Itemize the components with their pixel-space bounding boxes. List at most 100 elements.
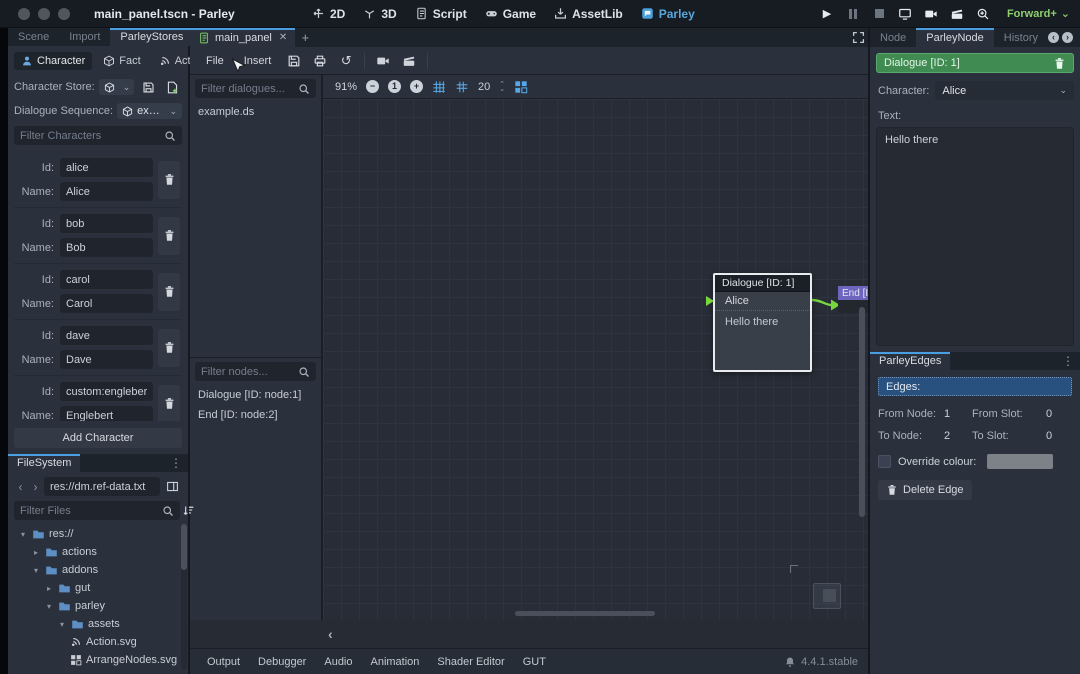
filter-files-input[interactable]: [20, 505, 162, 517]
tab-parley[interactable]: Parley: [641, 7, 695, 21]
pause-button[interactable]: [846, 7, 860, 21]
delete-character-button[interactable]: [158, 217, 180, 255]
from-node-value[interactable]: 1: [944, 408, 972, 420]
tab-node[interactable]: Node: [870, 28, 916, 47]
filesystem-path-field[interactable]: [44, 477, 160, 496]
filesystem-scrollbar[interactable]: [181, 524, 187, 670]
zoom-window-button[interactable]: [58, 8, 70, 20]
character-name-field[interactable]: [60, 294, 153, 313]
bottom-tab-gut[interactable]: GUT: [516, 653, 553, 671]
chevron-collapsed-icon[interactable]: ▸: [31, 548, 41, 557]
close-icon[interactable]: ✕: [279, 32, 287, 43]
dialogue-text-area[interactable]: Hello there: [876, 127, 1074, 346]
tab-assetlib[interactable]: AssetLib: [554, 7, 623, 21]
stop-button[interactable]: [872, 7, 886, 21]
fs-item-parley[interactable]: ▾parley: [14, 597, 182, 615]
chevron-expanded-icon[interactable]: ▾: [31, 566, 41, 575]
fs-item-arrangenodes-svg[interactable]: ArrangeNodes.svg: [14, 651, 182, 669]
dialogue-file-item[interactable]: example.ds: [195, 102, 316, 122]
fs-item-res[interactable]: ▾res://: [14, 525, 182, 543]
zoom-reset-button[interactable]: 1: [388, 80, 401, 93]
filter-characters-search[interactable]: [14, 126, 182, 145]
filter-dialogues-input[interactable]: [201, 83, 298, 95]
to-node-value[interactable]: 2: [944, 430, 972, 442]
snap-toggle-icon[interactable]: [432, 80, 446, 94]
character-id-field[interactable]: [60, 382, 153, 401]
split-view-icon[interactable]: [162, 478, 182, 496]
dock-menu-icon[interactable]: ⋮: [1056, 352, 1080, 370]
sort-files-icon[interactable]: [182, 502, 195, 520]
to-slot-value[interactable]: 0: [1046, 430, 1072, 442]
inspector-back-icon[interactable]: ‹: [1048, 32, 1059, 43]
colour-swatch[interactable]: [987, 454, 1053, 469]
character-id-field[interactable]: [60, 326, 153, 345]
from-slot-value[interactable]: 0: [1046, 408, 1072, 420]
tab-filesystem[interactable]: FileSystem: [8, 454, 80, 472]
tab-game[interactable]: Game: [485, 7, 536, 21]
fs-item-assets[interactable]: ▾assets: [14, 615, 182, 633]
graph-canvas[interactable]: Dialogue [ID: 1] Alice Hello there End […: [323, 99, 868, 620]
tab-parleystores[interactable]: ParleyStores: [110, 28, 193, 46]
tab-script[interactable]: Script: [415, 7, 467, 21]
delete-character-button[interactable]: [158, 385, 180, 422]
close-window-button[interactable]: [18, 8, 30, 20]
history-back-icon[interactable]: ‹: [14, 480, 27, 494]
store-tab-character[interactable]: Character: [14, 52, 92, 70]
grid-size-value[interactable]: 20: [478, 81, 490, 93]
fs-item-action-svg[interactable]: Action.svg: [14, 633, 182, 651]
node-list-item[interactable]: Dialogue [ID: node:1]: [195, 385, 316, 405]
override-colour-checkbox[interactable]: [878, 455, 891, 468]
chevron-expanded-icon[interactable]: ▾: [44, 602, 54, 611]
tab-scene[interactable]: Scene: [8, 28, 59, 46]
delete-character-button[interactable]: [158, 329, 180, 367]
dialogue-sequence-select[interactable]: example. ⌄: [117, 103, 182, 119]
tab-main-panel[interactable]: main_panel ✕: [190, 28, 295, 47]
chevron-collapsed-icon[interactable]: ▸: [44, 584, 54, 593]
print-dialogue-icon[interactable]: [309, 51, 331, 71]
graph-hscrollbar[interactable]: [323, 611, 868, 616]
grid-toggle-icon[interactable]: [455, 80, 469, 94]
test-dialogue-from-node-icon[interactable]: [398, 51, 420, 71]
character-select[interactable]: Alice ⌄: [935, 81, 1074, 100]
filter-nodes-input[interactable]: [201, 366, 298, 378]
bottom-tab-debugger[interactable]: Debugger: [251, 653, 313, 671]
add-character-button[interactable]: Add Character: [14, 428, 182, 448]
save-store-button[interactable]: [138, 78, 158, 96]
version-label[interactable]: 4.4.1.stable: [801, 656, 858, 668]
new-store-button[interactable]: [162, 78, 182, 96]
arrange-nodes-icon[interactable]: [514, 80, 528, 94]
zoom-in-button[interactable]: +: [410, 80, 423, 93]
file-menu[interactable]: File: [198, 52, 232, 70]
graph-minimap[interactable]: [813, 583, 841, 609]
history-forward-icon[interactable]: ›: [29, 480, 42, 494]
character-store-select[interactable]: cha ⌄: [99, 79, 134, 95]
reset-view-icon[interactable]: ↺: [335, 51, 357, 71]
remote-debug-icon[interactable]: [898, 7, 912, 21]
delete-character-button[interactable]: [158, 273, 180, 311]
delete-edge-button[interactable]: Delete Edge: [878, 480, 972, 500]
save-dialogue-icon[interactable]: [283, 51, 305, 71]
dialogue-graph-node[interactable]: Dialogue [ID: 1] Alice Hello there: [713, 273, 812, 372]
filter-files-search[interactable]: [14, 501, 180, 520]
minimize-window-button[interactable]: [38, 8, 50, 20]
zoom-out-button[interactable]: −: [366, 80, 379, 93]
edges-header[interactable]: Edges:: [878, 377, 1072, 396]
tab-parleynode[interactable]: ParleyNode: [916, 28, 993, 47]
renderer-select[interactable]: Forward+ ⌄: [1007, 7, 1070, 20]
renderer-info-icon[interactable]: [976, 7, 990, 21]
play-button[interactable]: ▶: [820, 7, 834, 21]
store-tab-fact[interactable]: Fact: [96, 52, 147, 70]
chevron-expanded-icon[interactable]: ▾: [57, 620, 67, 629]
character-name-field[interactable]: [60, 406, 153, 421]
fs-item-gut[interactable]: ▸gut: [14, 579, 182, 597]
delete-character-button[interactable]: [158, 161, 180, 199]
fs-item-actions[interactable]: ▸actions: [14, 543, 182, 561]
character-name-field[interactable]: [60, 350, 153, 369]
bottom-tab-output[interactable]: Output: [200, 653, 247, 671]
filter-nodes-search[interactable]: [195, 362, 316, 381]
inspector-forward-icon[interactable]: ›: [1062, 32, 1073, 43]
grid-size-stepper[interactable]: ⌃⌄: [499, 82, 505, 92]
spinner-down-icon[interactable]: ⌄: [499, 87, 505, 92]
distraction-free-icon[interactable]: [848, 28, 868, 47]
bottom-tab-audio[interactable]: Audio: [317, 653, 359, 671]
